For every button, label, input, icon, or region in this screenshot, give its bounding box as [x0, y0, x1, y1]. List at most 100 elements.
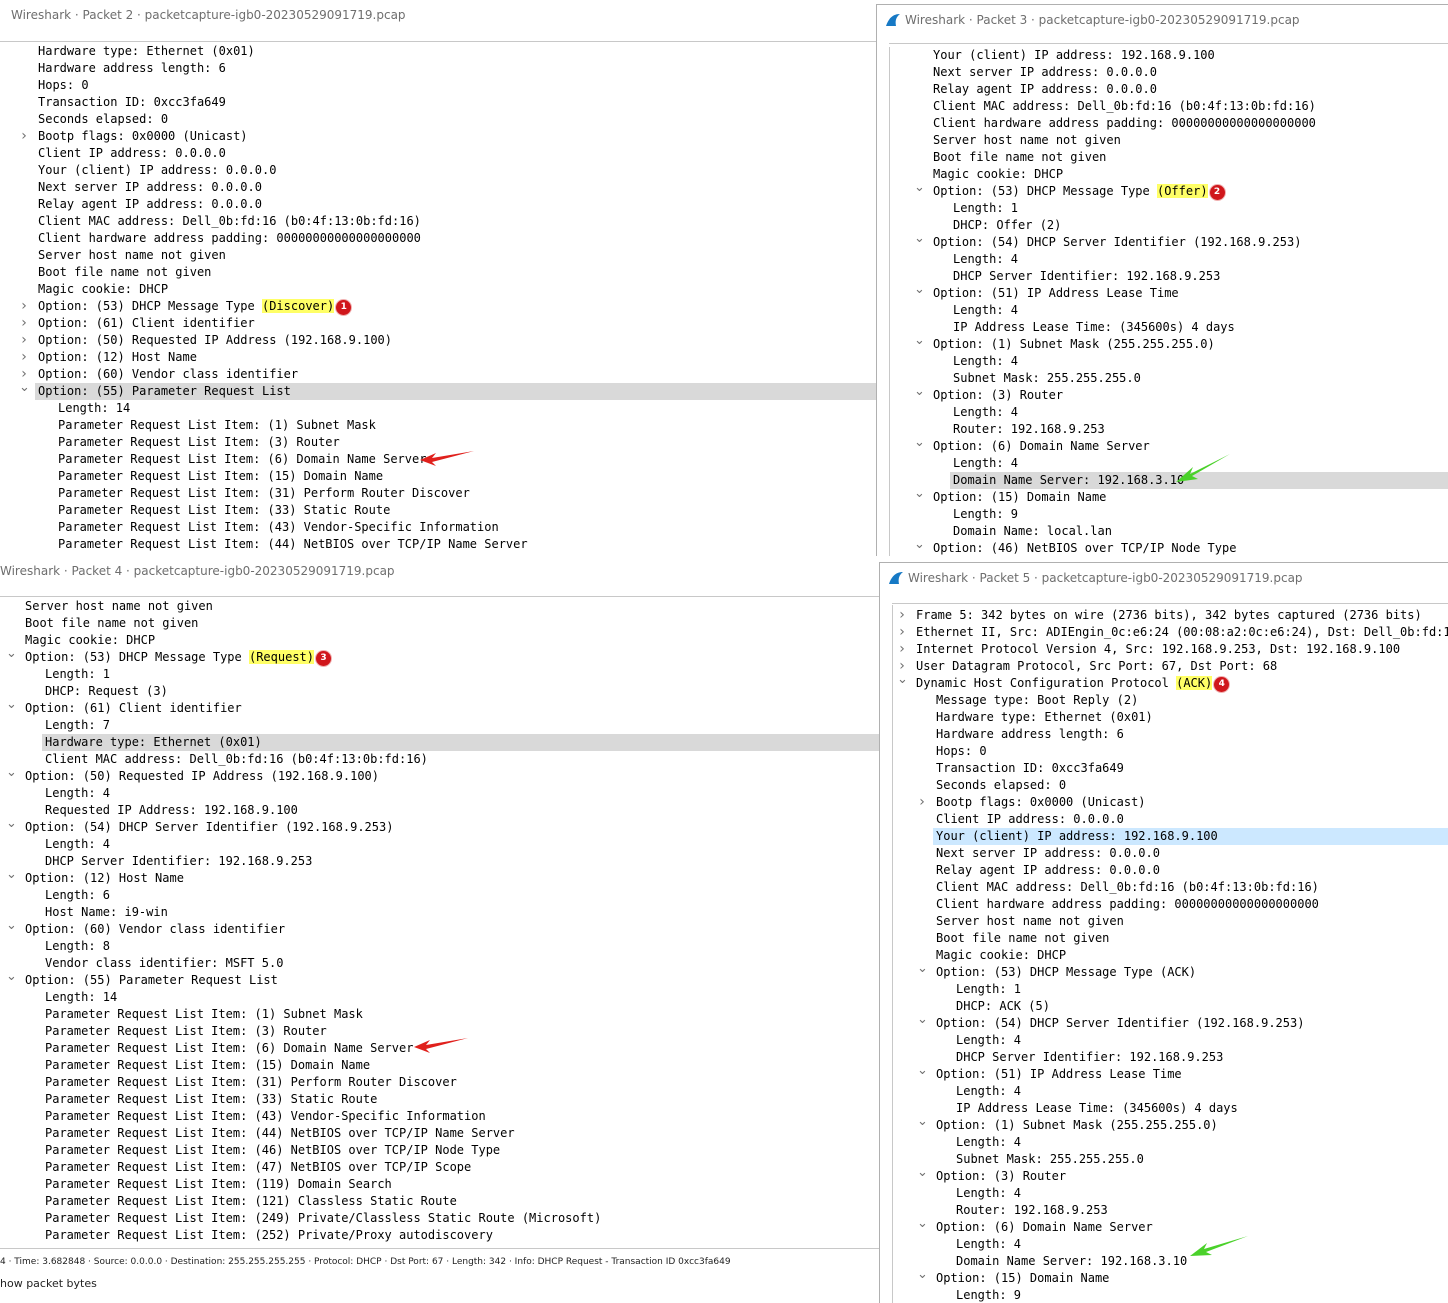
tree-leaf[interactable]: Transaction ID: 0xcc3fa649	[893, 760, 1448, 777]
tree-leaf[interactable]: Hops: 0	[0, 77, 876, 94]
tree-node[interactable]: ⌄ Option: (1) Subnet Mask (255.255.255.0)	[890, 334, 1448, 353]
chevron-right-icon[interactable]: ›	[19, 128, 29, 145]
chevron-right-icon[interactable]: ›	[19, 332, 29, 349]
tree-leaf[interactable]: Length: 14	[0, 989, 879, 1006]
tree-leaf[interactable]: Your (client) IP address: 0.0.0.0	[0, 162, 876, 179]
tree-node[interactable]: ⌄ Option: (54) DHCP Server Identifier (19…	[893, 1013, 1448, 1032]
tree-node[interactable]: ⌄ Dynamic Host Configuration Protocol (AC…	[893, 673, 1448, 692]
tree-leaf[interactable]: Magic cookie: DHCP	[893, 947, 1448, 964]
tree-node[interactable]: ⌄ Option: (53) DHCP Message Type (Offer) 2	[890, 181, 1448, 200]
tree-leaf[interactable]: Magic cookie: DHCP	[0, 281, 876, 298]
tree-node[interactable]: ⌄ Option: (1) Subnet Mask (255.255.255.0)	[893, 1115, 1448, 1134]
tree-node[interactable]: ⌄ Option: (54) DHCP Server Identifier (19…	[890, 232, 1448, 251]
tree-leaf[interactable]: Your (client) IP address: 192.168.9.100	[933, 828, 1448, 845]
tree-node[interactable]: › User Datagram Protocol, Src Port: 67, D…	[893, 658, 1448, 675]
tree-node[interactable]: ⌄ Option: (60) Vendor class identifier	[0, 919, 879, 938]
tree-leaf[interactable]: Magic cookie: DHCP	[890, 166, 1448, 183]
tree-leaf[interactable]: Parameter Request List Item: (119) Domai…	[0, 1176, 879, 1193]
chevron-down-icon[interactable]: ⌄	[917, 1013, 928, 1026]
tree-leaf[interactable]: Domain Name: local.lan	[890, 523, 1448, 540]
tree-leaf[interactable]: Length: 6	[0, 887, 879, 904]
tree-leaf[interactable]: Requested IP Address: 192.168.9.100	[0, 802, 879, 819]
tree-node[interactable]: › Bootp flags: 0x0000 (Unicast)	[893, 794, 1448, 811]
chevron-down-icon[interactable]: ⌄	[914, 181, 925, 194]
tree-leaf[interactable]: Server host name not given	[0, 247, 876, 264]
tree-node[interactable]: ⌄ Option: (3) Router	[893, 1166, 1448, 1185]
title-bar[interactable]: Wireshark · Packet 2 · packetcapture-igb…	[0, 0, 876, 30]
chevron-down-icon[interactable]: ⌄	[897, 673, 908, 686]
tree-leaf[interactable]: Parameter Request List Item: (47) NetBIO…	[0, 1159, 879, 1176]
tree-leaf[interactable]: Length: 4	[893, 1032, 1448, 1049]
tree-leaf[interactable]: Length: 4	[893, 1083, 1448, 1100]
tree-node[interactable]: ⌄ Option: (61) Client identifier	[0, 698, 879, 717]
tree-leaf[interactable]: Client MAC address: Dell_0b:fd:16 (b0:4f…	[890, 98, 1448, 115]
tree-leaf[interactable]: Next server IP address: 0.0.0.0	[890, 64, 1448, 81]
tree-leaf[interactable]: Client hardware address padding: 0000000…	[890, 115, 1448, 132]
tree-node[interactable]: ⌄ Option: (6) Domain Name Server	[890, 436, 1448, 455]
tree-leaf[interactable]: Length: 7	[0, 717, 879, 734]
tree-node[interactable]: ⌄ Option: (51) IP Address Lease Time	[890, 283, 1448, 302]
tree-leaf[interactable]: DHCP Server Identifier: 192.168.9.253	[890, 268, 1448, 285]
tree-leaf[interactable]: Relay agent IP address: 0.0.0.0	[893, 862, 1448, 879]
tree-leaf[interactable]: Parameter Request List Item: (31) Perfor…	[0, 485, 876, 502]
chevron-down-icon[interactable]: ⌄	[914, 385, 925, 398]
tree-node[interactable]: ⌄ Option: (50) Requested IP Address (192.…	[0, 766, 879, 785]
chevron-down-icon[interactable]: ⌄	[917, 1115, 928, 1128]
tree-leaf[interactable]: Client MAC address: Dell_0b:fd:16 (b0:4f…	[0, 751, 879, 768]
tree-node[interactable]: › Frame 5: 342 bytes on wire (2736 bits),…	[893, 607, 1448, 624]
tree-leaf[interactable]: Boot file name not given	[0, 615, 879, 632]
tree-leaf[interactable]: Transaction ID: 0xcc3fa649	[0, 94, 876, 111]
tree-leaf[interactable]: Parameter Request List Item: (249) Priva…	[0, 1210, 879, 1227]
tree-leaf[interactable]: Parameter Request List Item: (33) Static…	[0, 502, 876, 519]
title-bar[interactable]: Wireshark · Packet 5 · packetcapture-igb…	[880, 563, 1448, 593]
tree-leaf[interactable]: Hops: 0	[893, 743, 1448, 760]
tree-leaf[interactable]: Length: 4	[0, 785, 879, 802]
tree-leaf[interactable]: Parameter Request List Item: (43) Vendor…	[0, 519, 876, 536]
tree-leaf[interactable]: Client hardware address padding: 0000000…	[0, 230, 876, 247]
chevron-down-icon[interactable]: ⌄	[6, 919, 17, 932]
title-bar[interactable]: Wireshark · Packet 3 · packetcapture-igb…	[877, 5, 1448, 35]
tree-leaf[interactable]: Hardware address length: 6	[0, 60, 876, 77]
tree-leaf[interactable]: Client hardware address padding: 0000000…	[893, 896, 1448, 913]
tree-node[interactable]: ⌄ Option: (15) Domain Name	[893, 1268, 1448, 1287]
chevron-down-icon[interactable]: ⌄	[6, 698, 17, 711]
tree-leaf[interactable]: Your (client) IP address: 192.168.9.100	[890, 47, 1448, 64]
tree-leaf[interactable]: Magic cookie: DHCP	[0, 632, 879, 649]
tree-node[interactable]: › Option: (53) DHCP Message Type (Discove…	[0, 298, 876, 315]
tree-leaf[interactable]: Hardware type: Ethernet (0x01)	[893, 709, 1448, 726]
chevron-down-icon[interactable]: ⌄	[917, 1268, 928, 1281]
chevron-down-icon[interactable]: ⌄	[914, 487, 925, 500]
tree-leaf[interactable]: Hardware type: Ethernet (0x01)	[42, 734, 879, 751]
tree-leaf[interactable]: Parameter Request List Item: (44) NetBIO…	[0, 1125, 879, 1142]
tree-leaf[interactable]: DHCP Server Identifier: 192.168.9.253	[893, 1049, 1448, 1066]
packet-details-tree[interactable]: › Frame 5: 342 bytes on wire (2736 bits),…	[892, 605, 1448, 1303]
tree-node[interactable]: ⌄ Option: (6) Domain Name Server	[893, 1217, 1448, 1236]
chevron-down-icon[interactable]: ⌄	[917, 1064, 928, 1077]
tree-leaf[interactable]: Client IP address: 0.0.0.0	[0, 145, 876, 162]
tree-leaf[interactable]: Parameter Request List Item: (33) Static…	[0, 1091, 879, 1108]
tree-node[interactable]: ⌄ Option: (46) NetBIOS over TCP/IP Node T…	[890, 538, 1448, 556]
tree-leaf[interactable]: Client IP address: 0.0.0.0	[893, 811, 1448, 828]
chevron-right-icon[interactable]: ›	[897, 624, 907, 641]
chevron-down-icon[interactable]: ⌄	[914, 538, 925, 551]
tree-leaf[interactable]: Vendor class identifier: MSFT 5.0	[0, 955, 879, 972]
tree-node[interactable]: ⌄ Option: (3) Router	[890, 385, 1448, 404]
chevron-down-icon[interactable]: ⌄	[914, 232, 925, 245]
tree-leaf[interactable]: DHCP Server Identifier: 192.168.9.253	[0, 853, 879, 870]
tree-node[interactable]: › Internet Protocol Version 4, Src: 192.1…	[893, 641, 1448, 658]
tree-leaf[interactable]: Length: 9	[893, 1287, 1448, 1303]
tree-leaf[interactable]: Length: 4	[890, 404, 1448, 421]
tree-leaf[interactable]: Length: 4	[890, 251, 1448, 268]
tree-leaf[interactable]: Parameter Request List Item: (121) Class…	[0, 1193, 879, 1210]
tree-node[interactable]: › Option: (50) Requested IP Address (192.…	[0, 332, 876, 349]
tree-leaf[interactable]: DHCP: Offer (2)	[890, 217, 1448, 234]
tree-node[interactable]: ⌄ Option: (15) Domain Name	[890, 487, 1448, 506]
tree-node[interactable]: › Ethernet II, Src: ADIEngin_0c:e6:24 (00…	[893, 624, 1448, 641]
tree-leaf[interactable]: Client MAC address: Dell_0b:fd:16 (b0:4f…	[893, 879, 1448, 896]
tree-leaf[interactable]: DHCP: ACK (5)	[893, 998, 1448, 1015]
chevron-right-icon[interactable]: ›	[897, 641, 907, 658]
tree-node[interactable]: ⌄ Option: (55) Parameter Request List	[19, 381, 876, 400]
tree-leaf[interactable]: Client MAC address: Dell_0b:fd:16 (b0:4f…	[0, 213, 876, 230]
tree-leaf[interactable]: Length: 4	[890, 353, 1448, 370]
tree-leaf[interactable]: Parameter Request List Item: (43) Vendor…	[0, 1108, 879, 1125]
